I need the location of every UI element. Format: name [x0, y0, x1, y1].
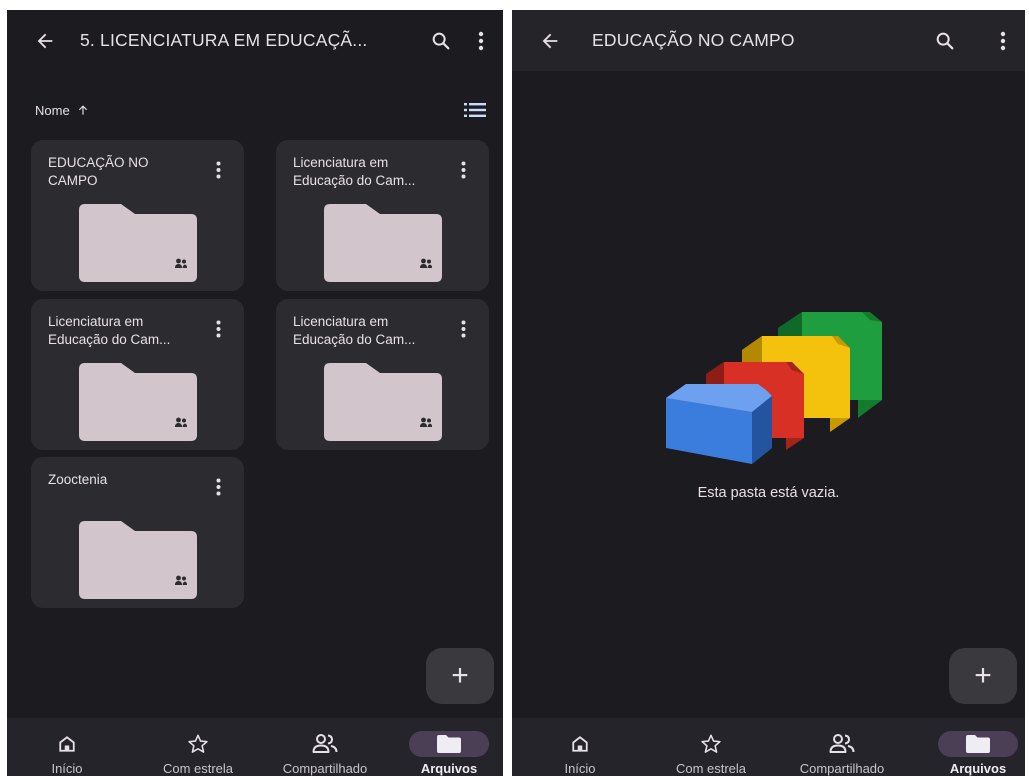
folder-name: Licenciatura em Educação do Cam... — [293, 155, 416, 188]
more-vert-icon — [216, 161, 220, 179]
folder-more-button[interactable] — [208, 475, 228, 499]
folder-card[interactable]: Zooctenia — [31, 457, 244, 608]
search-button[interactable] — [925, 19, 965, 63]
back-button[interactable] — [23, 19, 67, 63]
add-fab[interactable]: + — [949, 648, 1017, 704]
folder-name: Zooctenia — [48, 472, 108, 487]
more-vert-icon — [478, 31, 484, 50]
nav-item-arquivos[interactable]: Arquivos — [936, 718, 1020, 776]
folder-icon — [324, 204, 442, 282]
nav-item-compartilhado[interactable]: Compartilhado — [784, 718, 900, 776]
folder-card[interactable]: Licenciatura em Educação do Cam... — [31, 299, 244, 450]
back-button[interactable] — [528, 19, 572, 63]
plus-icon: + — [451, 659, 469, 692]
nav-pill — [813, 731, 871, 757]
bottom-navigation: Início Com estrela Compartilhado Arquivo… — [7, 718, 503, 776]
nav-pill — [682, 731, 740, 757]
folder-list-screen: 5. LICENCIATURA EM EDUCAÇÃ... Nome EDUCA… — [7, 10, 503, 776]
folder-more-button[interactable] — [453, 317, 473, 341]
more-vert-icon — [216, 320, 220, 338]
plus-icon: + — [974, 659, 992, 692]
search-button[interactable] — [421, 19, 461, 63]
nav-pill — [169, 731, 227, 757]
star-icon — [188, 734, 208, 753]
nav-pill — [938, 731, 1018, 757]
folder-name: Licenciatura em Educação do Cam... — [293, 314, 416, 347]
nav-label: Início — [564, 761, 596, 776]
folder-icon — [79, 521, 197, 599]
more-vert-icon — [1000, 31, 1006, 50]
folder-name: EDUCAÇÃO NO CAMPO — [48, 155, 149, 188]
add-fab[interactable]: + — [426, 648, 494, 704]
nav-item-com-estrela[interactable]: Com estrela — [662, 718, 760, 776]
empty-state-message: Esta pasta está vazia. — [697, 485, 840, 501]
nav-item-com-estrela[interactable]: Com estrela — [149, 718, 247, 776]
empty-folder-illustration — [666, 312, 882, 464]
sort-button-label[interactable]: Nome — [35, 103, 70, 118]
folder-icon — [79, 363, 197, 441]
list-view-icon — [464, 103, 486, 117]
more-vert-icon — [461, 320, 465, 338]
folder-more-button[interactable] — [453, 158, 473, 182]
nav-item-compartilhado[interactable]: Compartilhado — [267, 718, 383, 776]
folder-icon — [324, 363, 442, 441]
top-app-bar: 5. LICENCIATURA EM EDUCAÇÃ... — [7, 10, 503, 71]
folder-title: 5. LICENCIATURA EM EDUCAÇÃ... — [80, 30, 368, 50]
search-icon — [432, 32, 450, 49]
folder-more-button[interactable] — [208, 158, 228, 182]
nav-pill — [38, 731, 96, 757]
folder-icon — [437, 735, 461, 753]
folder-icon — [966, 735, 990, 753]
nav-pill — [409, 731, 489, 757]
more-options-button[interactable] — [983, 19, 1023, 63]
folder-card[interactable]: Licenciatura em Educação do Cam... — [276, 140, 489, 291]
top-app-bar: EDUCAÇÃO NO CAMPO — [512, 10, 1025, 71]
sort-direction[interactable] — [76, 103, 90, 117]
back-arrow-icon — [37, 33, 53, 48]
nav-pill — [551, 731, 609, 757]
folder-title: EDUCAÇÃO NO CAMPO — [592, 30, 795, 50]
more-vert-icon — [216, 478, 220, 496]
star-icon — [701, 734, 721, 753]
nav-item-inicio[interactable]: Início — [35, 718, 99, 776]
folder-name: Licenciatura em Educação do Cam... — [48, 314, 171, 347]
people-icon — [829, 734, 855, 753]
nav-item-inicio[interactable]: Início — [548, 718, 612, 776]
nav-label: Compartilhado — [799, 761, 885, 776]
list-view-button[interactable] — [461, 98, 489, 122]
sort-bar: Nome — [7, 98, 503, 122]
nav-label: Compartilhado — [282, 761, 368, 776]
home-icon — [59, 736, 75, 752]
empty-folder-screen: EDUCAÇÃO NO CAMPO Esta pasta está vazia.… — [512, 10, 1025, 776]
nav-label: Com estrela — [162, 761, 234, 776]
nav-label: Arquivos — [420, 761, 478, 776]
nav-item-arquivos[interactable]: Arquivos — [407, 718, 491, 776]
more-vert-icon — [461, 161, 465, 179]
home-icon — [572, 736, 588, 752]
folder-card[interactable]: EDUCAÇÃO NO CAMPO — [31, 140, 244, 291]
sort-arrow-up-icon — [78, 105, 87, 115]
folder-card[interactable]: Licenciatura em Educação do Cam... — [276, 299, 489, 450]
nav-label: Com estrela — [675, 761, 747, 776]
back-arrow-icon — [542, 33, 558, 48]
people-icon — [312, 734, 338, 753]
nav-label: Início — [51, 761, 83, 776]
more-options-button[interactable] — [461, 19, 501, 63]
nav-pill — [296, 731, 354, 757]
bottom-navigation: Início Com estrela Compartilhado Arquivo… — [512, 718, 1025, 776]
folder-icon — [79, 204, 197, 282]
nav-label: Arquivos — [949, 761, 1007, 776]
search-icon — [936, 32, 954, 49]
folder-more-button[interactable] — [208, 317, 228, 341]
